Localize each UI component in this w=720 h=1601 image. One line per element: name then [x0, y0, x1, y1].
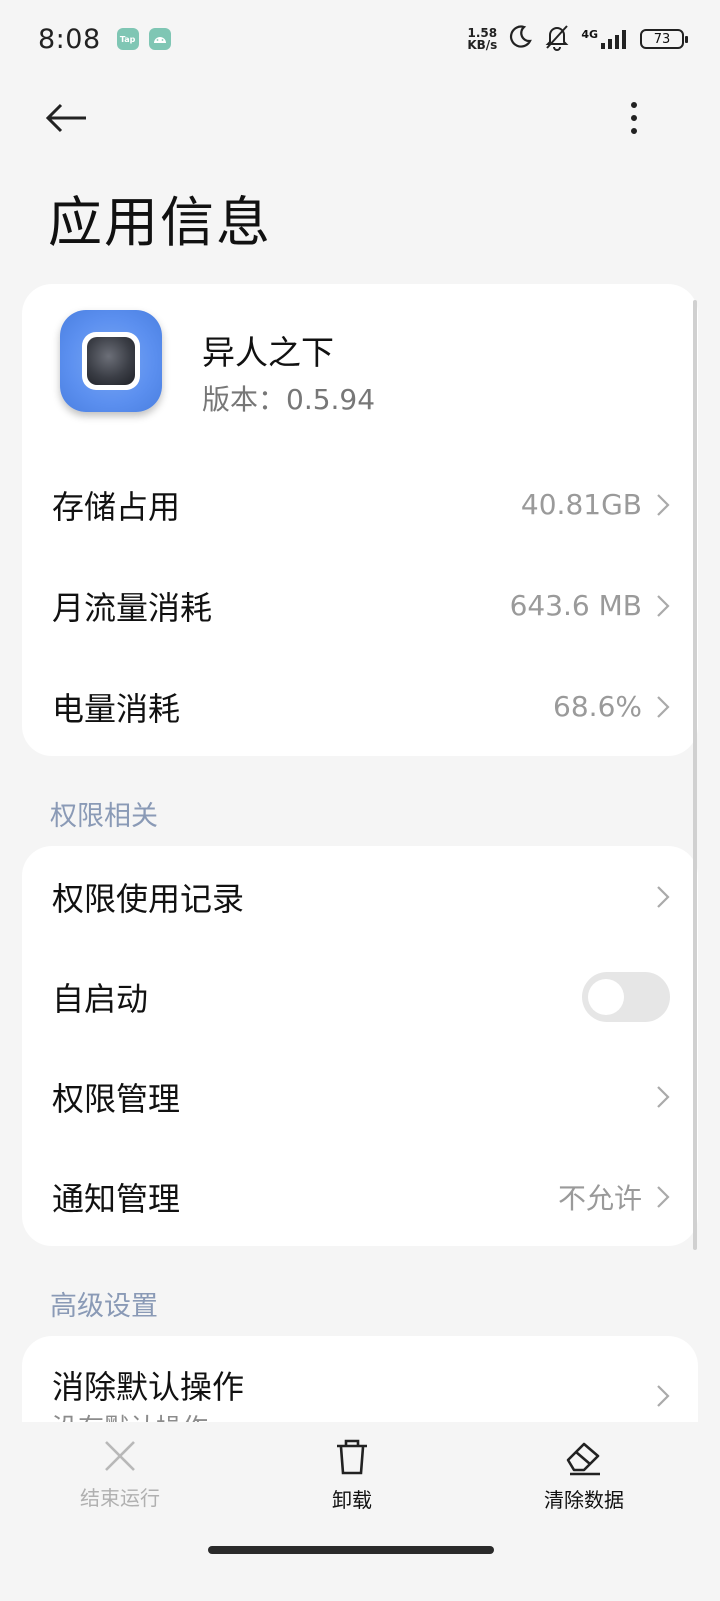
moon-icon [507, 24, 533, 54]
signal-label: 4G [581, 28, 598, 41]
autostart-row: 自启动 [22, 946, 698, 1047]
chevron-right-icon [657, 1085, 670, 1108]
chevron-right-icon [657, 885, 670, 908]
force-stop-label: 结束运行 [80, 1486, 160, 1510]
status-right: 1.58 KB/s 4G 73 [467, 23, 688, 55]
chevron-right-icon [657, 1185, 670, 1208]
row-label: 存储占用 [52, 487, 181, 526]
arrow-left-icon [45, 103, 86, 133]
chevron-right-icon [657, 493, 670, 516]
status-bar: 8:08 Tap 1.58 KB/s 4G 73 [0, 0, 720, 78]
network-speed: 1.58 KB/s [467, 27, 497, 51]
app-version: 版本：0.5.94 [202, 383, 376, 416]
row-label: 电量消耗 [52, 689, 181, 728]
row-label: 权限使用记录 [52, 879, 245, 918]
scrollbar[interactable] [693, 300, 697, 1250]
chevron-right-icon [657, 1385, 670, 1407]
android-notification-icon [148, 28, 171, 50]
section-title-permissions: 权限相关 [50, 801, 158, 832]
close-icon [105, 1441, 135, 1471]
status-time: 8:08 [38, 23, 101, 55]
permissions-card: 权限使用记录 自启动 权限管理 通知管理 不允许 [22, 846, 698, 1246]
clear-data-label: 清除数据 [544, 1488, 624, 1512]
clear-data-button[interactable]: 清除数据 [519, 1438, 649, 1513]
row-label: 消除默认操作 [52, 1368, 245, 1406]
app-icon-frame [82, 332, 140, 390]
row-value: 643.6 MB [509, 589, 642, 622]
storage-row[interactable]: 存储占用 40.81GB [22, 454, 698, 555]
trash-icon [337, 1439, 367, 1475]
row-value: 不允许 [557, 1181, 642, 1215]
uninstall-label: 卸载 [332, 1488, 372, 1512]
more-vertical-icon [631, 102, 637, 134]
data-usage-row[interactable]: 月流量消耗 643.6 MB [22, 555, 698, 656]
row-label: 月流量消耗 [52, 588, 213, 627]
taptap-notification-icon: Tap [116, 28, 139, 50]
back-button[interactable] [44, 96, 100, 140]
app-icon [60, 310, 162, 412]
network-speed-unit: KB/s [467, 38, 498, 52]
battery-usage-row[interactable]: 电量消耗 68.6% [22, 656, 698, 756]
force-stop-button[interactable]: 结束运行 [55, 1438, 185, 1511]
toggle-knob [588, 978, 624, 1015]
status-app-icons: Tap [116, 28, 171, 50]
home-indicator[interactable] [208, 1546, 494, 1554]
permission-history-row[interactable]: 权限使用记录 [22, 846, 698, 947]
row-label: 权限管理 [52, 1079, 181, 1118]
signal-icon: 4G [581, 28, 630, 50]
chevron-right-icon [657, 594, 670, 617]
app-icon-picture [87, 337, 135, 385]
row-label: 通知管理 [52, 1179, 181, 1218]
section-title-advanced: 高级设置 [50, 1291, 158, 1322]
chevron-right-icon [657, 695, 670, 718]
more-options-button[interactable] [612, 96, 656, 140]
app-info-card: 异人之下 版本：0.5.94 存储占用 40.81GB 月流量消耗 643.6 … [22, 284, 698, 756]
battery-indicator: 73 [640, 29, 688, 49]
uninstall-button[interactable]: 卸载 [287, 1438, 417, 1513]
mute-bell-icon [543, 23, 571, 55]
eraser-icon [566, 1442, 600, 1476]
app-name: 异人之下 [202, 333, 334, 372]
permission-management-row[interactable]: 权限管理 [22, 1046, 698, 1147]
page-title: 应用信息 [48, 191, 272, 254]
app-header: 异人之下 版本：0.5.94 [22, 284, 698, 452]
notification-management-row[interactable]: 通知管理 不允许 [22, 1146, 698, 1246]
row-value: 40.81GB [520, 488, 642, 521]
autostart-toggle[interactable] [582, 971, 670, 1022]
row-label: 自启动 [52, 979, 149, 1018]
row-value: 68.6% [553, 690, 642, 723]
bottom-action-bar: 结束运行 卸载 清除数据 [0, 1422, 720, 1601]
